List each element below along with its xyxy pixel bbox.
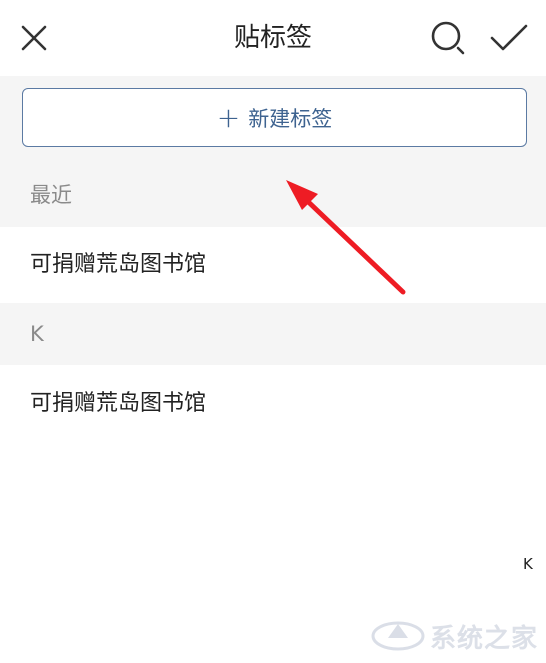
index-bar-letter[interactable]: K: [523, 555, 533, 573]
watermark: 系统之家: [370, 606, 540, 656]
watermark-logo-icon: [371, 621, 425, 651]
section-header-k: K: [0, 303, 546, 365]
list-item[interactable]: 可捐赠荒岛图书馆: [0, 365, 546, 443]
search-button[interactable]: [428, 18, 468, 58]
new-tag-button[interactable]: + 新建标签: [22, 88, 527, 147]
list-item[interactable]: 可捐赠荒岛图书馆: [0, 227, 546, 303]
section-header-recent: 最近: [0, 164, 546, 227]
check-icon: [490, 24, 528, 51]
watermark-text: 系统之家: [430, 624, 539, 654]
search-icon: [431, 21, 465, 55]
top-bar: 贴标签: [0, 0, 546, 76]
confirm-button[interactable]: [488, 18, 528, 58]
new-tag-label: 新建标签: [248, 106, 333, 131]
plus-icon: +: [216, 100, 241, 134]
